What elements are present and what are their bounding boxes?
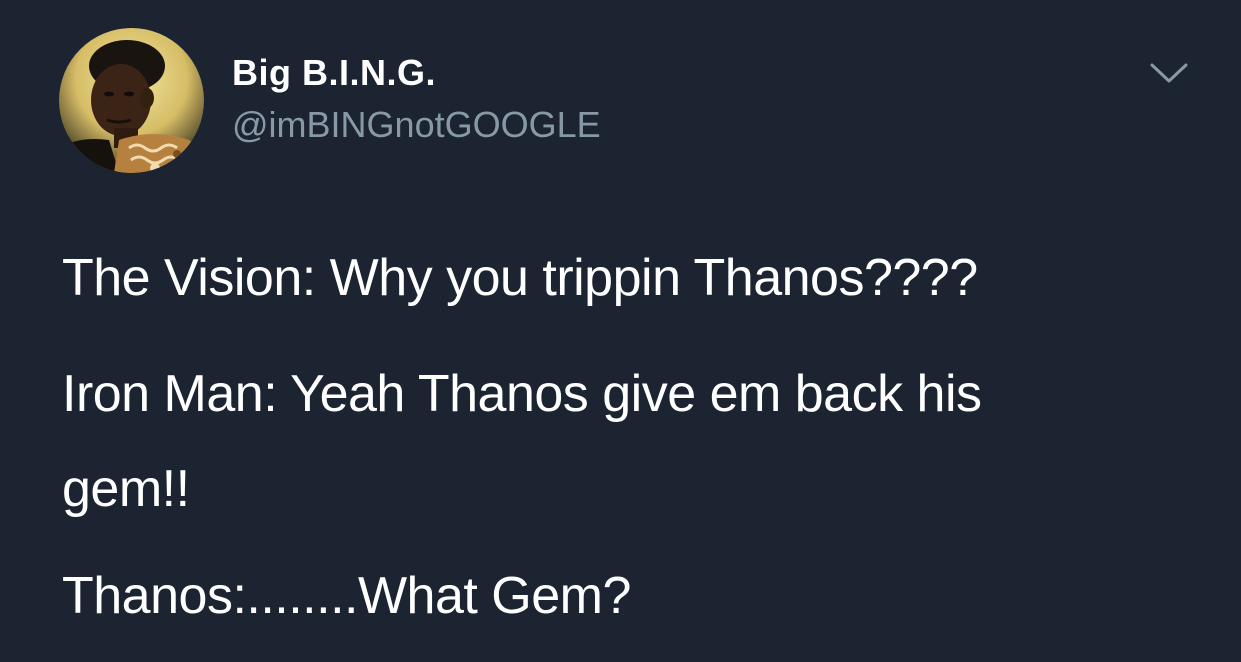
author-display-name[interactable]: Big B.I.N.G.	[232, 52, 436, 94]
tweet-text-line: Iron Man: Yeah Thanos give em back his	[62, 365, 982, 423]
tweet-card: Big B.I.N.G. @imBINGnotGOOGLE The Vision…	[0, 0, 1241, 662]
tweet-text-line: gem!!	[62, 460, 190, 518]
chevron-down-icon[interactable]	[1146, 58, 1192, 88]
avatar-image	[59, 28, 204, 173]
author-handle[interactable]: @imBINGnotGOOGLE	[232, 104, 601, 146]
tweet-text-line: The Vision: Why you trippin Thanos????	[62, 249, 978, 307]
tweet-text-line: Thanos:........What Gem?	[62, 567, 631, 625]
avatar[interactable]	[59, 28, 204, 173]
